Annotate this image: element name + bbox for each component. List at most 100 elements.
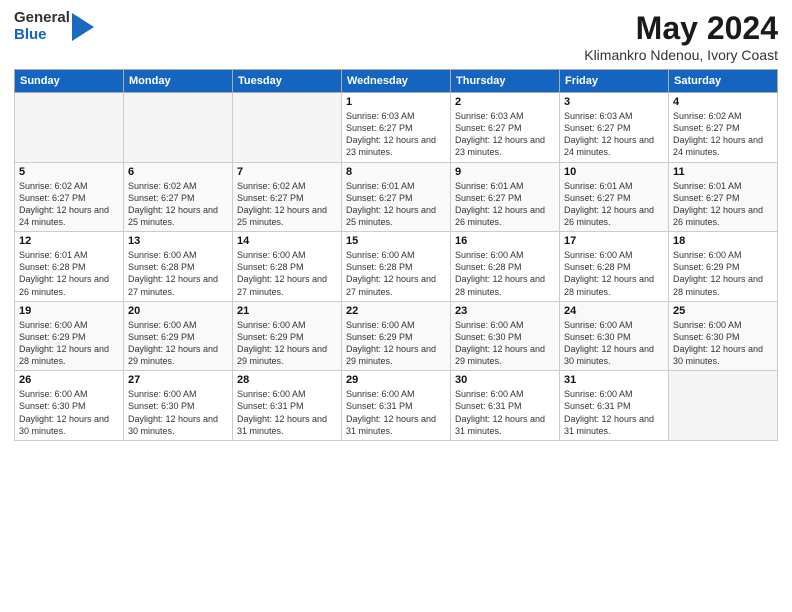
day-info: Sunrise: 6:00 AMSunset: 6:31 PMDaylight:…	[237, 388, 337, 437]
day-info: Sunrise: 6:02 AMSunset: 6:27 PMDaylight:…	[673, 110, 773, 159]
calendar-cell: 2Sunrise: 6:03 AMSunset: 6:27 PMDaylight…	[451, 93, 560, 163]
header: General Blue May 2024 Klimankro Ndenou, …	[14, 10, 778, 63]
day-info: Sunrise: 6:00 AMSunset: 6:31 PMDaylight:…	[455, 388, 555, 437]
day-number: 30	[455, 374, 555, 386]
day-number: 7	[237, 166, 337, 178]
weekday-header-saturday: Saturday	[669, 70, 778, 93]
month-year-title: May 2024	[584, 10, 778, 47]
calendar-cell	[15, 93, 124, 163]
calendar-cell: 15Sunrise: 6:00 AMSunset: 6:28 PMDayligh…	[342, 232, 451, 302]
day-number: 22	[346, 305, 446, 317]
day-info: Sunrise: 6:00 AMSunset: 6:30 PMDaylight:…	[673, 319, 773, 368]
calendar-cell: 31Sunrise: 6:00 AMSunset: 6:31 PMDayligh…	[560, 371, 669, 441]
logo-text: General Blue	[14, 10, 70, 43]
day-number: 5	[19, 166, 119, 178]
calendar-cell: 17 Sunrise: 6:00 AMSunset: 6:28 PMDayligh…	[560, 232, 669, 302]
calendar-cell: 27Sunrise: 6:00 AMSunset: 6:30 PMDayligh…	[124, 371, 233, 441]
page: General Blue May 2024 Klimankro Ndenou, …	[0, 0, 792, 612]
calendar-week-row: 5 Sunrise: 6:02 AMSunset: 6:27 PMDaylight…	[15, 162, 778, 232]
day-number: 11	[673, 166, 773, 178]
day-number: 28	[237, 374, 337, 386]
calendar-cell: 4 Sunrise: 6:02 AMSunset: 6:27 PMDaylight…	[669, 93, 778, 163]
day-number: 25	[673, 305, 773, 317]
calendar-cell: 21Sunrise: 6:00 AMSunset: 6:29 PMDayligh…	[233, 301, 342, 371]
calendar-cell: 20 Sunrise: 6:00 AMSunset: 6:29 PMDayligh…	[124, 301, 233, 371]
day-info: Sunrise: 6:01 AMSunset: 6:28 PMDaylight:…	[19, 249, 119, 298]
logo-blue: Blue	[14, 27, 70, 44]
day-number: 18	[673, 235, 773, 247]
day-number: 26	[19, 374, 119, 386]
calendar-cell: 3Sunrise: 6:03 AMSunset: 6:27 PMDaylight…	[560, 93, 669, 163]
calendar-week-row: 12 Sunrise: 6:01 AMSunset: 6:28 PMDayligh…	[15, 232, 778, 302]
calendar-table: SundayMondayTuesdayWednesdayThursdayFrid…	[14, 69, 778, 441]
day-info: Sunrise: 6:00 AMSunset: 6:30 PMDaylight:…	[455, 319, 555, 368]
day-number: 21	[237, 305, 337, 317]
day-number: 16	[455, 235, 555, 247]
logo-general: General	[14, 10, 70, 27]
logo-arrow-icon	[72, 13, 94, 41]
logo: General Blue	[14, 10, 94, 43]
weekday-header-thursday: Thursday	[451, 70, 560, 93]
calendar-cell: 8 Sunrise: 6:01 AMSunset: 6:27 PMDaylight…	[342, 162, 451, 232]
calendar-cell: 1 Sunrise: 6:03 AMSunset: 6:27 PMDaylight…	[342, 93, 451, 163]
calendar-cell: 18 Sunrise: 6:00 AMSunset: 6:29 PMDayligh…	[669, 232, 778, 302]
calendar-cell: 9 Sunrise: 6:01 AMSunset: 6:27 PMDaylight…	[451, 162, 560, 232]
calendar-cell: 6Sunrise: 6:02 AMSunset: 6:27 PMDaylight…	[124, 162, 233, 232]
weekday-header-sunday: Sunday	[15, 70, 124, 93]
day-info: Sunrise: 6:03 AMSunset: 6:27 PMDaylight:…	[346, 110, 446, 159]
calendar-week-row: 1 Sunrise: 6:03 AMSunset: 6:27 PMDaylight…	[15, 93, 778, 163]
calendar-cell	[669, 371, 778, 441]
day-number: 8	[346, 166, 446, 178]
weekday-header-wednesday: Wednesday	[342, 70, 451, 93]
day-info: Sunrise: 6:00 AMSunset: 6:29 PMDaylight:…	[673, 249, 773, 298]
weekday-header-friday: Friday	[560, 70, 669, 93]
title-block: May 2024 Klimankro Ndenou, Ivory Coast	[584, 10, 778, 63]
weekday-header-tuesday: Tuesday	[233, 70, 342, 93]
calendar-cell: 5 Sunrise: 6:02 AMSunset: 6:27 PMDaylight…	[15, 162, 124, 232]
calendar-cell: 11 Sunrise: 6:01 AMSunset: 6:27 PMDayligh…	[669, 162, 778, 232]
day-info: Sunrise: 6:01 AMSunset: 6:27 PMDaylight:…	[673, 180, 773, 229]
day-number: 19	[19, 305, 119, 317]
calendar-week-row: 19 Sunrise: 6:00 AMSunset: 6:29 PMDayligh…	[15, 301, 778, 371]
calendar-cell	[124, 93, 233, 163]
day-info: Sunrise: 6:00 AMSunset: 6:29 PMDaylight:…	[19, 319, 119, 368]
calendar-cell: 19 Sunrise: 6:00 AMSunset: 6:29 PMDayligh…	[15, 301, 124, 371]
day-info: Sunrise: 6:00 AMSunset: 6:28 PMDaylight:…	[128, 249, 228, 298]
day-number: 13	[128, 235, 228, 247]
day-info: Sunrise: 6:00 AMSunset: 6:31 PMDaylight:…	[346, 388, 446, 437]
calendar-week-row: 26 Sunrise: 6:00 AMSunset: 6:30 PMDayligh…	[15, 371, 778, 441]
day-info: Sunrise: 6:00 AMSunset: 6:28 PMDaylight:…	[455, 249, 555, 298]
calendar-cell: 7Sunrise: 6:02 AMSunset: 6:27 PMDaylight…	[233, 162, 342, 232]
day-number: 12	[19, 235, 119, 247]
day-number: 14	[237, 235, 337, 247]
calendar-cell: 12 Sunrise: 6:01 AMSunset: 6:28 PMDayligh…	[15, 232, 124, 302]
calendar-cell: 24Sunrise: 6:00 AMSunset: 6:30 PMDayligh…	[560, 301, 669, 371]
day-number: 4	[673, 96, 773, 108]
calendar-cell: 23Sunrise: 6:00 AMSunset: 6:30 PMDayligh…	[451, 301, 560, 371]
weekday-header-monday: Monday	[124, 70, 233, 93]
day-info: Sunrise: 6:03 AMSunset: 6:27 PMDaylight:…	[564, 110, 664, 159]
day-number: 6	[128, 166, 228, 178]
day-number: 9	[455, 166, 555, 178]
day-number: 2	[455, 96, 555, 108]
day-info: Sunrise: 6:01 AMSunset: 6:27 PMDaylight:…	[455, 180, 555, 229]
day-info: Sunrise: 6:02 AMSunset: 6:27 PMDaylight:…	[19, 180, 119, 229]
calendar-cell: 14Sunrise: 6:00 AMSunset: 6:28 PMDayligh…	[233, 232, 342, 302]
calendar-cell: 30 Sunrise: 6:00 AMSunset: 6:31 PMDayligh…	[451, 371, 560, 441]
day-info: Sunrise: 6:00 AMSunset: 6:29 PMDaylight:…	[346, 319, 446, 368]
day-info: Sunrise: 6:00 AMSunset: 6:30 PMDaylight:…	[19, 388, 119, 437]
calendar-cell	[233, 93, 342, 163]
day-number: 20	[128, 305, 228, 317]
day-info: Sunrise: 6:00 AMSunset: 6:29 PMDaylight:…	[128, 319, 228, 368]
calendar-cell: 26 Sunrise: 6:00 AMSunset: 6:30 PMDayligh…	[15, 371, 124, 441]
day-number: 17	[564, 235, 664, 247]
calendar-cell: 16 Sunrise: 6:00 AMSunset: 6:28 PMDayligh…	[451, 232, 560, 302]
day-number: 1	[346, 96, 446, 108]
day-number: 15	[346, 235, 446, 247]
calendar-cell: 22 Sunrise: 6:00 AMSunset: 6:29 PMDayligh…	[342, 301, 451, 371]
day-info: Sunrise: 6:01 AMSunset: 6:27 PMDaylight:…	[564, 180, 664, 229]
day-info: Sunrise: 6:00 AMSunset: 6:28 PMDaylight:…	[564, 249, 664, 298]
day-info: Sunrise: 6:00 AMSunset: 6:31 PMDaylight:…	[564, 388, 664, 437]
day-number: 29	[346, 374, 446, 386]
day-info: Sunrise: 6:01 AMSunset: 6:27 PMDaylight:…	[346, 180, 446, 229]
